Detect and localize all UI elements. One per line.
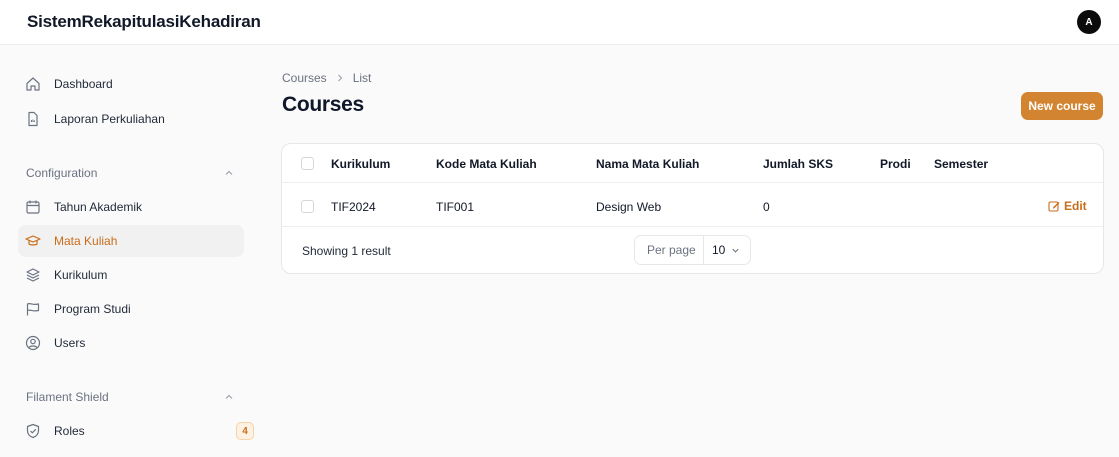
- sidebar-item-dashboard[interactable]: Dashboard: [18, 68, 244, 100]
- cell-sks: 0: [763, 200, 770, 214]
- sidebar-item-label: Mata Kuliah: [54, 234, 118, 248]
- chevron-up-icon[interactable]: [224, 392, 234, 402]
- flag-icon: [26, 302, 40, 316]
- breadcrumb: Courses List: [282, 71, 371, 85]
- sidebar-item-label: Dashboard: [54, 77, 113, 91]
- sidebar-item-label: Laporan Perkuliahan: [54, 112, 165, 126]
- sidebar-item-program-studi[interactable]: Program Studi: [18, 293, 244, 325]
- sidebar-item-roles[interactable]: Roles 4: [18, 415, 254, 447]
- column-header-prodi[interactable]: Prodi: [880, 157, 911, 171]
- column-header-semester[interactable]: Semester: [934, 157, 988, 171]
- column-header-kurikulum[interactable]: Kurikulum: [331, 157, 390, 171]
- topbar: SistemRekapitulasiKehadiran A: [0, 0, 1119, 45]
- breadcrumb-courses-link[interactable]: Courses: [282, 71, 327, 85]
- sidebar: Dashboard Laporan Perkuliahan Configurat…: [0, 46, 256, 457]
- sidebar-item-mata-kuliah[interactable]: Mata Kuliah: [18, 225, 244, 257]
- divider: [282, 182, 1103, 183]
- group-label-configuration: Configuration: [26, 166, 98, 180]
- sidebar-item-kurikulum[interactable]: Kurikulum: [18, 259, 244, 291]
- sidebar-item-label: Roles: [54, 424, 85, 438]
- per-page-select[interactable]: Per page 10: [634, 235, 751, 265]
- per-page-value-text: 10: [712, 243, 726, 257]
- stack-icon: [26, 268, 40, 282]
- chevron-down-icon: [732, 248, 739, 253]
- brand-title[interactable]: SistemRekapitulasiKehadiran: [27, 12, 261, 32]
- column-header-kode-mata-kuliah[interactable]: Kode Mata Kuliah: [436, 157, 537, 171]
- cell-kode: TIF001: [436, 200, 475, 214]
- chevron-up-icon[interactable]: [224, 168, 234, 178]
- edit-action[interactable]: Edit: [1048, 199, 1087, 213]
- cell-kurikulum: TIF2024: [331, 200, 376, 214]
- breadcrumb-current: List: [352, 71, 372, 85]
- edit-label: Edit: [1064, 199, 1087, 213]
- roles-count-badge: 4: [236, 422, 254, 440]
- user-circle-icon: [25, 335, 41, 351]
- sidebar-item-label: Program Studi: [54, 302, 131, 316]
- calendar-icon: [26, 200, 40, 214]
- sidebar-item-label: Tahun Akademik: [54, 200, 143, 214]
- column-header-jumlah-sks[interactable]: Jumlah SKS: [763, 157, 833, 171]
- sidebar-item-tahun-akademik[interactable]: Tahun Akademik: [18, 191, 244, 223]
- sidebar-item-label: Kurikulum: [54, 268, 108, 282]
- document-icon: [28, 111, 38, 127]
- per-page-label: Per page: [647, 243, 696, 257]
- user-avatar[interactable]: A: [1077, 10, 1101, 34]
- pencil-square-icon: [1048, 201, 1060, 212]
- select-all-checkbox[interactable]: [301, 157, 314, 170]
- academic-cap-icon: [25, 235, 41, 246]
- page-title: Courses: [282, 93, 364, 116]
- new-course-button[interactable]: New course: [1021, 92, 1103, 120]
- per-page-value[interactable]: 10: [704, 243, 740, 257]
- row-checkbox[interactable]: [301, 200, 314, 213]
- shield-check-icon: [26, 423, 40, 439]
- sidebar-item-users[interactable]: Users: [18, 327, 244, 359]
- sidebar-item-laporan-perkuliahan[interactable]: Laporan Perkuliahan: [18, 103, 244, 135]
- divider: [282, 226, 1103, 227]
- chevron-right-icon: [337, 74, 343, 82]
- group-label-filament-shield: Filament Shield: [26, 390, 109, 404]
- cell-nama: Design Web: [596, 200, 662, 214]
- courses-table: Kurikulum Kode Mata Kuliah Nama Mata Kul…: [281, 143, 1104, 274]
- result-count: Showing 1 result: [302, 244, 391, 258]
- sidebar-item-label: Users: [54, 336, 86, 350]
- home-icon: [26, 77, 40, 91]
- column-header-nama-mata-kuliah[interactable]: Nama Mata Kuliah: [596, 157, 699, 171]
